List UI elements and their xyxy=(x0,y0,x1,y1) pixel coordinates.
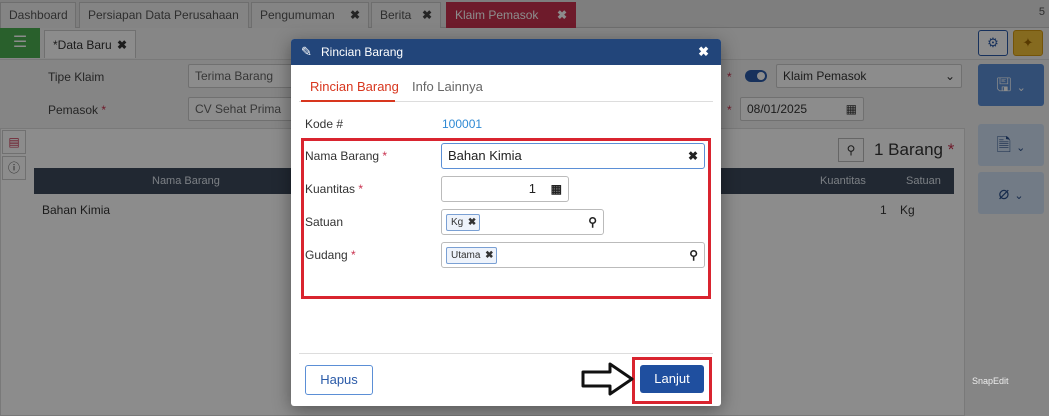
arrow-right-icon xyxy=(581,362,634,396)
tab-info-lainnya[interactable]: Info Lainnya xyxy=(412,79,483,94)
close-icon[interactable]: ✖ xyxy=(698,39,709,65)
active-tab-indicator xyxy=(301,100,395,102)
highlight-box-fields xyxy=(301,138,711,299)
dialog-title: Rincian Barang xyxy=(321,45,404,59)
kode-label: Kode # xyxy=(305,117,344,131)
tab-rincian-barang[interactable]: Rincian Barang xyxy=(310,79,399,94)
lanjut-button[interactable]: Lanjut xyxy=(640,365,704,393)
pencil-icon: ✎ xyxy=(301,44,312,59)
rincian-barang-dialog: ✎ Rincian Barang ✖ Rincian Barang Info L… xyxy=(291,39,721,406)
footer-divider xyxy=(299,353,713,354)
kode-value: 100001 xyxy=(442,117,483,131)
watermark-label: SnapEdit xyxy=(972,376,1009,386)
hapus-button[interactable]: Hapus xyxy=(305,365,373,395)
dialog-header: ✎ Rincian Barang ✖ xyxy=(291,39,721,65)
